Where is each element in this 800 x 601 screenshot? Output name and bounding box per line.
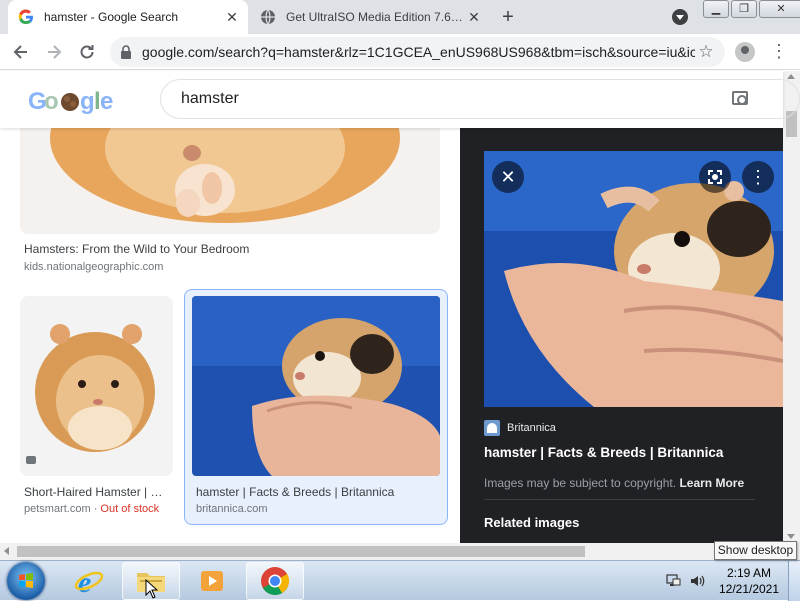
copyright-text: Images may be subject to copyright. bbox=[484, 476, 677, 490]
media-player-icon bbox=[201, 571, 223, 591]
search-input[interactable]: hamster bbox=[160, 79, 800, 119]
preview-image[interactable] bbox=[484, 151, 783, 407]
google-search-header: G o g l e hamster bbox=[0, 71, 800, 128]
start-button[interactable] bbox=[7, 562, 45, 600]
windows-logo-icon bbox=[19, 573, 33, 588]
result-source[interactable]: kids.nationalgeographic.com bbox=[24, 261, 163, 273]
close-preview-icon[interactable]: ✕ bbox=[492, 161, 524, 193]
tab-title: hamster - Google Search bbox=[44, 10, 179, 24]
lens-icon bbox=[708, 170, 722, 184]
mouse-cursor-icon bbox=[145, 579, 159, 599]
hamster-photo bbox=[20, 296, 173, 476]
close-tab-icon[interactable]: ✕ bbox=[224, 9, 240, 25]
camera-search-icon[interactable] bbox=[732, 91, 748, 105]
lock-icon bbox=[121, 45, 131, 59]
hamster-in-hands-photo bbox=[192, 296, 440, 476]
result-image-2[interactable] bbox=[20, 296, 173, 476]
svg-text:l: l bbox=[94, 88, 100, 115]
panel-title-link[interactable]: hamster | Facts & Breeds | Britannica bbox=[484, 445, 723, 460]
svg-text:e: e bbox=[100, 88, 113, 115]
result-title[interactable]: hamster | Facts & Breeds | Britannica bbox=[196, 485, 436, 499]
system-tray bbox=[665, 561, 705, 601]
google-logo-icon: G o g l e bbox=[28, 88, 114, 115]
internet-explorer-icon: e bbox=[74, 566, 104, 596]
tab-search-icon[interactable] bbox=[672, 9, 688, 25]
address-bar[interactable]: google.com/search?q=hamster&rlz=1C1GCEA_… bbox=[110, 37, 725, 67]
reload-icon bbox=[80, 45, 94, 59]
back-button[interactable] bbox=[10, 41, 32, 63]
horizontal-scrollbar[interactable] bbox=[0, 543, 800, 560]
scroll-left-icon[interactable] bbox=[4, 547, 9, 555]
show-desktop-tooltip: Show desktop bbox=[714, 541, 797, 560]
tab-google-search[interactable]: hamster - Google Search ✕ bbox=[8, 0, 248, 34]
result-image-3[interactable] bbox=[192, 296, 440, 476]
browser-toolbar: google.com/search?q=hamster&rlz=1C1GCEA_… bbox=[0, 34, 800, 70]
bookmark-star-icon[interactable]: ☆ bbox=[695, 42, 717, 62]
new-tab-button[interactable]: + bbox=[497, 7, 519, 29]
image-results-grid: Hamsters: From the Wild to Your Bedroom … bbox=[0, 128, 460, 543]
close-tab-icon[interactable]: ✕ bbox=[466, 9, 482, 25]
result-source-domain: petsmart.com bbox=[24, 503, 91, 515]
windows-taskbar: e 2:19 AM 12/21/2021 bbox=[0, 560, 800, 601]
clock-date: 12/21/2021 bbox=[718, 582, 780, 596]
clock-time: 2:19 AM bbox=[726, 566, 772, 580]
minimize-button[interactable]: ▁ bbox=[703, 0, 729, 18]
window-controls: ▁ ❐ ✕ bbox=[703, 0, 800, 18]
forward-button[interactable] bbox=[43, 41, 65, 63]
media-player-taskbar-button[interactable] bbox=[183, 562, 241, 600]
panel-source-name: Britannica bbox=[507, 422, 556, 434]
image-preview-panel: ✕ ⋮ Britannica hamster | Facts & Breeds … bbox=[460, 128, 783, 543]
result-title[interactable]: Short-Haired Hamster | PetSmart bbox=[24, 485, 164, 499]
hamster-in-hands-photo bbox=[484, 151, 783, 407]
show-desktop-button[interactable] bbox=[788, 561, 800, 601]
url-text[interactable]: google.com/search?q=hamster&rlz=1C1GCEA_… bbox=[142, 44, 695, 60]
scroll-up-icon[interactable] bbox=[787, 74, 795, 79]
copyright-notice: Images may be subject to copyright. Lear… bbox=[484, 476, 744, 490]
britannica-logo-icon bbox=[484, 420, 500, 436]
svg-text:o: o bbox=[44, 88, 58, 115]
arrow-right-icon bbox=[48, 45, 62, 59]
more-options-icon[interactable]: ⋮ bbox=[742, 161, 774, 193]
panel-source[interactable]: Britannica bbox=[484, 420, 556, 436]
search-query-text[interactable]: hamster bbox=[181, 90, 239, 108]
svg-text:g: g bbox=[80, 88, 94, 115]
volume-icon[interactable] bbox=[689, 573, 705, 589]
browser-menu-icon[interactable]: ⋮ bbox=[770, 41, 788, 63]
google-g-icon bbox=[18, 9, 34, 25]
tab-title: Get UltraISO Media Edition 7.6.2.3059 bbox=[286, 10, 466, 24]
result-title[interactable]: Hamsters: From the Wild to Your Bedroom bbox=[24, 242, 434, 256]
restore-button[interactable]: ❐ bbox=[731, 0, 757, 18]
scrollbar-thumb[interactable] bbox=[17, 546, 585, 557]
result-source[interactable]: petsmart.com · Out of stock bbox=[24, 503, 159, 515]
result-source[interactable]: britannica.com bbox=[196, 503, 268, 515]
chrome-taskbar-button[interactable] bbox=[246, 562, 304, 600]
out-of-stock-label: Out of stock bbox=[100, 503, 160, 515]
result-image-1[interactable] bbox=[20, 128, 440, 234]
arrow-left-icon bbox=[13, 45, 27, 59]
learn-more-link[interactable]: Learn More bbox=[679, 476, 744, 490]
lens-search-icon[interactable] bbox=[699, 161, 731, 193]
reload-button[interactable] bbox=[76, 41, 98, 63]
scroll-down-icon[interactable] bbox=[787, 534, 795, 539]
divider bbox=[484, 499, 755, 500]
chrome-icon bbox=[261, 567, 289, 595]
related-images-heading: Related images bbox=[484, 515, 580, 530]
globe-icon bbox=[260, 9, 276, 25]
tab-strip: hamster - Google Search ✕ Get UltraISO M… bbox=[0, 0, 800, 34]
close-window-button[interactable]: ✕ bbox=[759, 0, 800, 18]
internet-explorer-taskbar-button[interactable]: e bbox=[60, 562, 118, 600]
network-icon[interactable] bbox=[665, 573, 681, 589]
tab-ultraiso[interactable]: Get UltraISO Media Edition 7.6.2.3059 ✕ bbox=[250, 0, 490, 34]
hamster-photo bbox=[20, 128, 440, 234]
vertical-scrollbar[interactable] bbox=[783, 71, 800, 543]
google-doodle-logo[interactable]: G o g l e bbox=[28, 85, 114, 126]
system-clock[interactable]: 2:19 AM 12/21/2021 bbox=[716, 565, 782, 597]
profile-avatar-icon[interactable] bbox=[735, 42, 755, 62]
